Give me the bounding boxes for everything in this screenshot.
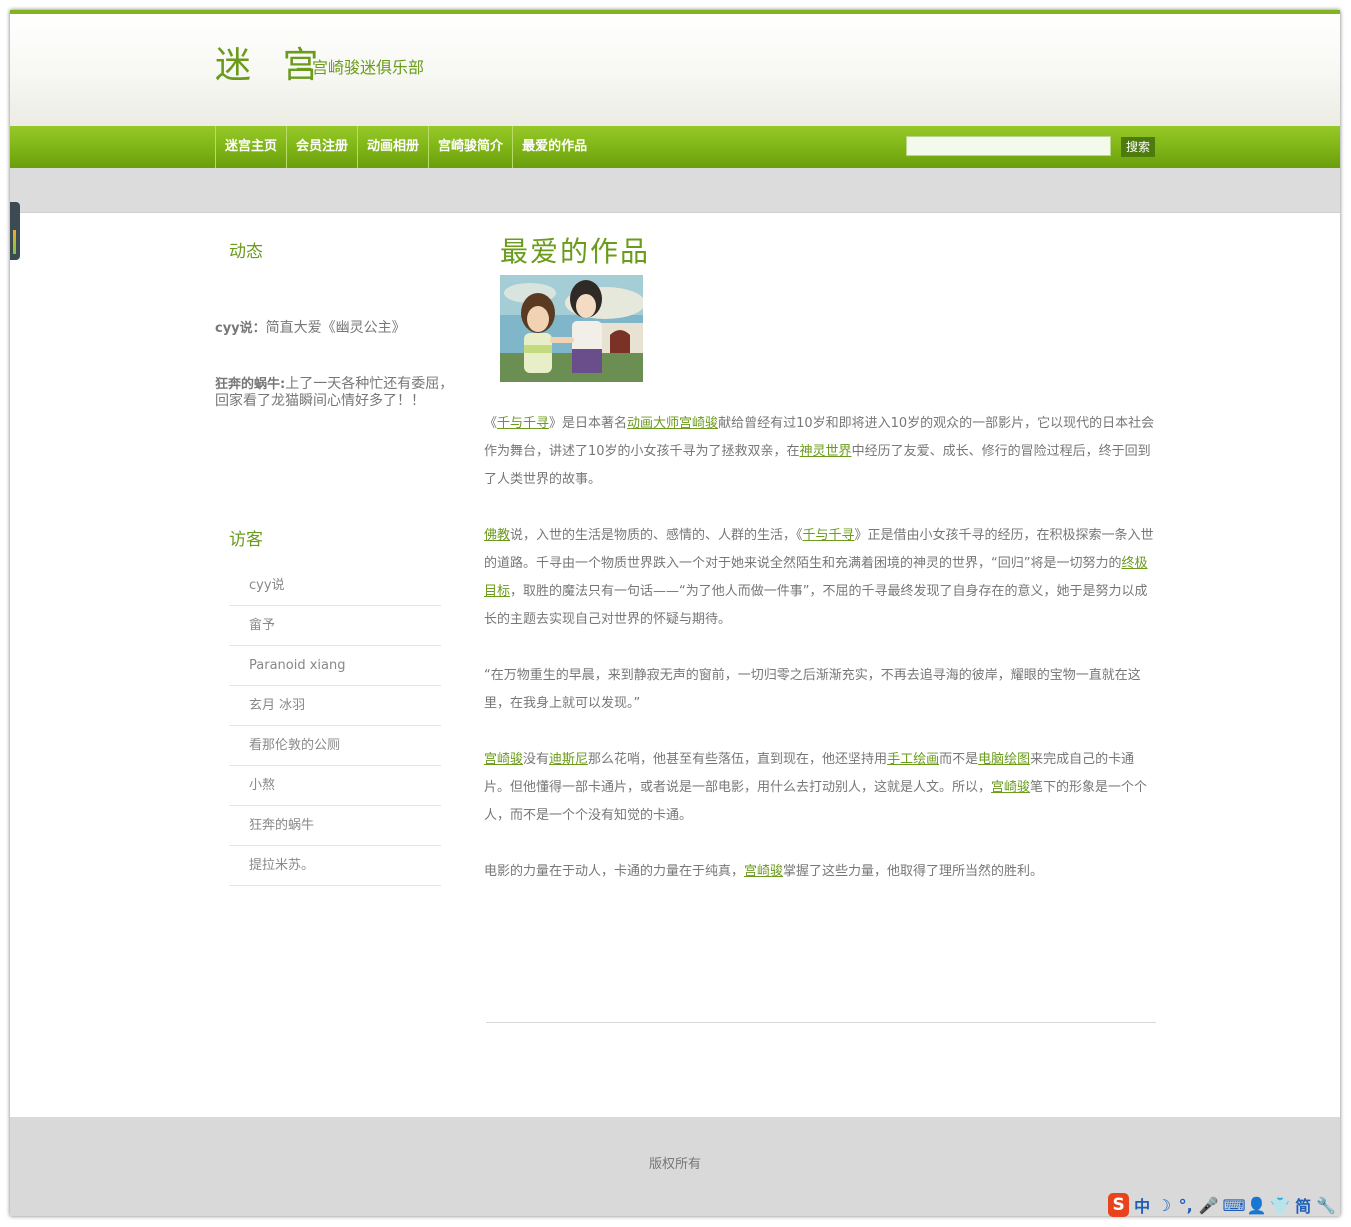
status-user[interactable]: cyy说 <box>215 321 253 336</box>
browser-page: 迷 宫 —宫崎骏迷俱乐部 迷宫主页 会员注册 动画相册 宫崎骏简介 最爱的作品 … <box>10 10 1340 1216</box>
status-text: 简直大爱《幽灵公主》 <box>265 320 406 336</box>
movie-poster-image <box>500 275 643 382</box>
keyboard-icon[interactable]: ⌨ <box>1222 1196 1245 1215</box>
punctuation-icon[interactable]: °, <box>1177 1196 1195 1215</box>
main-nav: 迷宫主页 会员注册 动画相册 宫崎骏简介 最爱的作品 搜索 <box>10 126 1340 168</box>
visitor-item[interactable]: 畲予 <box>229 606 441 646</box>
visitors-heading: 访客 <box>229 530 263 550</box>
visitor-item[interactable]: 玄月 冰羽 <box>229 686 441 726</box>
visitor-item[interactable]: 提拉米苏。 <box>229 846 441 886</box>
nav-item-register[interactable]: 会员注册 <box>286 126 357 168</box>
nav-item-album[interactable]: 动画相册 <box>357 126 428 168</box>
nav-item-favorites[interactable]: 最爱的作品 <box>512 126 596 168</box>
search-button[interactable]: 搜索 <box>1121 137 1155 157</box>
wrench-icon[interactable]: 🔧 <box>1316 1196 1336 1215</box>
article-paragraph: 《千与千寻》是日本著名动画大师宫崎骏献给曾经有过10岁和即将进入10岁的观众的一… <box>484 416 1155 487</box>
status-user[interactable]: 狂奔的蜗牛 <box>215 377 280 392</box>
chinese-mode-icon[interactable]: 中 <box>1133 1193 1151 1217</box>
content-divider <box>486 1022 1156 1023</box>
visitor-item[interactable]: Paranoid xiang <box>229 646 441 686</box>
link-computer-drawing[interactable]: 电脑绘图 <box>978 752 1030 767</box>
visitor-list: cyy说 畲予 Paranoid xiang 玄月 冰羽 看那伦敦的公厕 小熬 … <box>229 566 441 886</box>
article-paragraph: 宫崎骏没有迪斯尼那么花哨，他甚至有些落伍，直到现在，他还坚持用手工绘画而不是电脑… <box>484 752 1148 823</box>
updates-heading: 动态 <box>229 242 263 262</box>
article-paragraph: “在万物重生的早晨，来到静寂无声的窗前，一切归零之后渐渐充实，不再去追寻海的彼岸… <box>484 668 1141 711</box>
microphone-icon[interactable]: 🎤 <box>1199 1196 1219 1215</box>
site-header: 迷 宫 —宫崎骏迷俱乐部 <box>10 10 1340 126</box>
copyright-text: 版权所有 <box>648 1157 701 1172</box>
status-update: cyy说：简直大爱《幽灵公主》 <box>215 320 460 337</box>
link-spirited-away[interactable]: 千与千寻 <box>497 416 549 431</box>
visitor-item[interactable]: 看那伦敦的公厕 <box>229 726 441 766</box>
article-paragraph: 佛教说，入世的生活是物质的、感情的、人群的生活，《千与千寻》正是借由小女孩千寻的… <box>484 528 1154 627</box>
link-hand-drawing[interactable]: 手工绘画 <box>887 752 939 767</box>
link-miyazaki[interactable]: 宫崎骏 <box>744 864 783 879</box>
side-widget-handle[interactable] <box>10 202 20 260</box>
nav-item-biography[interactable]: 宫崎骏简介 <box>428 126 512 168</box>
page-title: 最爱的作品 <box>500 235 651 268</box>
visitor-item[interactable]: 小熬 <box>229 766 441 806</box>
user-icon[interactable]: 👤 <box>1246 1196 1266 1215</box>
simplified-chinese-icon[interactable]: 简 <box>1294 1193 1312 1217</box>
link-miyazaki[interactable]: 宫崎骏 <box>484 752 523 767</box>
visitor-item[interactable]: 狂奔的蜗牛 <box>229 806 441 846</box>
site-subtitle: —宫崎骏迷俱乐部 <box>296 58 425 77</box>
ime-toolbar: S 中 ☽ °, 🎤 ⌨ 👤 👕 简 🔧 <box>1108 1191 1336 1219</box>
search-input[interactable] <box>906 136 1111 156</box>
link-disney[interactable]: 迪斯尼 <box>549 752 588 767</box>
link-miyazaki[interactable]: 动画大师宫崎骏 <box>627 416 718 431</box>
article-body: 《千与千寻》是日本著名动画大师宫崎骏献给曾经有过10岁和即将进入10岁的观众的一… <box>484 410 1156 914</box>
link-buddhism[interactable]: 佛教 <box>484 528 510 543</box>
level-meter-icon <box>13 230 16 254</box>
link-spirit-world[interactable]: 神灵世界 <box>800 444 852 459</box>
status-update: 狂奔的蜗牛:上了一天各种忙还有委屈，回家看了龙猫瞬间心情好多了！！ <box>215 376 460 410</box>
status-separator: ： <box>252 321 266 336</box>
link-spirited-away[interactable]: 千与千寻 <box>803 528 855 543</box>
nav-item-home[interactable]: 迷宫主页 <box>215 126 286 168</box>
header-band <box>10 168 1340 213</box>
moon-icon[interactable]: ☽ <box>1155 1196 1173 1215</box>
visitor-item[interactable]: cyy说 <box>229 566 441 606</box>
sogou-logo-icon[interactable]: S <box>1108 1193 1130 1217</box>
article-paragraph: 电影的力量在于动人，卡通的力量在于纯真，宫崎骏掌握了这些力量，他取得了理所当然的… <box>484 864 1044 879</box>
link-miyazaki[interactable]: 宫崎骏 <box>991 780 1030 795</box>
skin-shirt-icon[interactable]: 👕 <box>1270 1196 1290 1215</box>
